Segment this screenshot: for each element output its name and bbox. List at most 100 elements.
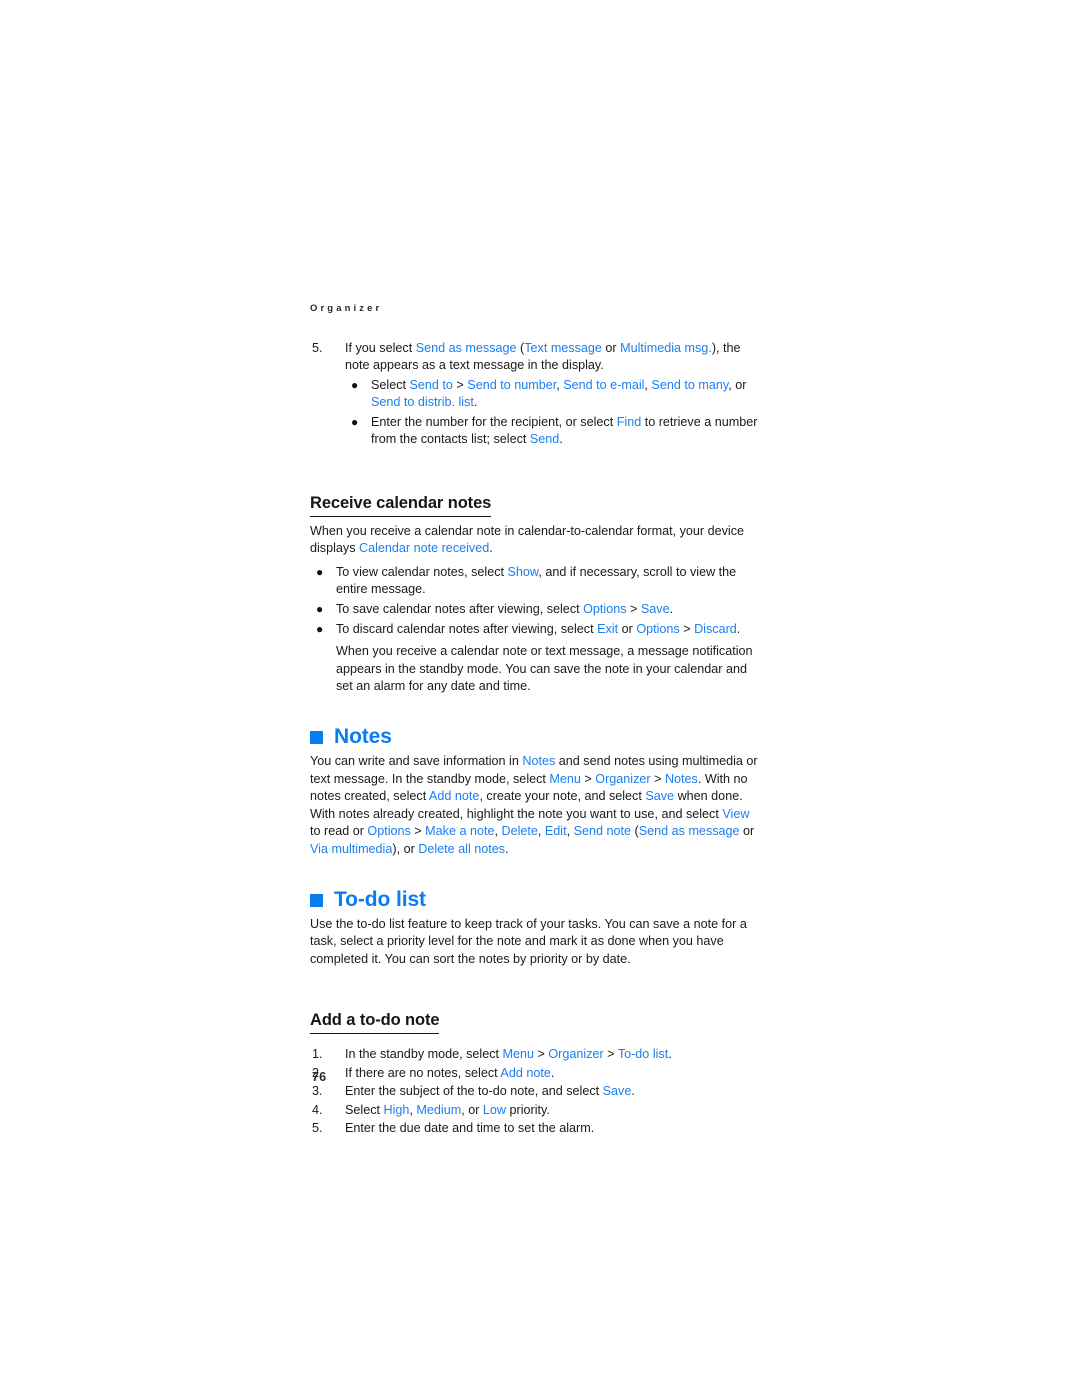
- bullet-text-4: .: [736, 621, 741, 636]
- link-organizer[interactable]: Organizer: [595, 772, 650, 786]
- link-menu[interactable]: Menu: [503, 1047, 535, 1061]
- bullet-text-1: Enter the number for the recipient, or s…: [371, 414, 617, 429]
- heading-notes: Notes: [310, 726, 760, 747]
- bullet-dot-icon: ●: [316, 564, 324, 579]
- link-high[interactable]: High: [384, 1103, 410, 1117]
- step-number: 5.: [312, 340, 323, 355]
- list-item: ● Enter the number for the recipient, or …: [345, 414, 760, 449]
- link-medium[interactable]: Medium: [416, 1103, 461, 1117]
- link-options[interactable]: Options: [636, 622, 679, 636]
- notes-text-12: ,: [566, 824, 574, 839]
- link-send-to-email[interactable]: Send to e-mail: [563, 378, 644, 392]
- link-send-to-distrib-list[interactable]: Send to distrib. list: [371, 395, 474, 409]
- list-item: 3. Enter the subject of the to-do note, a…: [310, 1083, 760, 1101]
- heading-notes-label: Notes: [334, 725, 392, 749]
- link-show[interactable]: Show: [508, 565, 539, 579]
- step5-sub-bullets: ● Select Send to > Send to number, Send t…: [345, 377, 760, 449]
- step-number: 3.: [312, 1084, 323, 1099]
- bullet-text-1: Select: [371, 377, 410, 392]
- notes-text-15: ), or: [392, 842, 419, 856]
- link-via-multimedia[interactable]: Via multimedia: [310, 842, 392, 856]
- step-text-3: or: [601, 340, 621, 355]
- link-options[interactable]: Options: [367, 824, 410, 838]
- list-item: ● To save calendar notes after viewing, s…: [310, 601, 760, 619]
- step-text-2: .: [550, 1065, 555, 1080]
- bullet-text-2: >: [452, 377, 468, 392]
- notes-text-6: , create your note, and select: [479, 789, 646, 804]
- link-send-note[interactable]: Send note: [574, 824, 631, 838]
- bullet-text-2: or: [618, 621, 637, 636]
- todo-steps-list: 1. In the standby mode, select Menu > Org…: [310, 1046, 760, 1138]
- heading-todo-list: To-do list: [310, 889, 760, 910]
- link-make-a-note[interactable]: Make a note: [425, 824, 494, 838]
- link-calendar-note-received[interactable]: Calendar note received: [359, 541, 489, 555]
- notes-text-9: >: [410, 824, 426, 839]
- notes-text-3: >: [580, 771, 596, 786]
- step-text-3: , or: [461, 1102, 483, 1117]
- list-item: 5. If you select Send as message (Text me…: [310, 340, 760, 450]
- link-send-to-many[interactable]: Send to many: [651, 378, 728, 392]
- link-delete[interactable]: Delete: [501, 824, 537, 838]
- heading-receive-calendar-notes: Receive calendar notes: [310, 493, 491, 517]
- link-edit[interactable]: Edit: [545, 824, 567, 838]
- bullet-dot-icon: ●: [316, 621, 324, 636]
- list-item: 5. Enter the due date and time to set the…: [310, 1120, 760, 1138]
- link-organizer[interactable]: Organizer: [548, 1047, 603, 1061]
- step-text-2: .: [631, 1084, 635, 1099]
- bullet-text-2: >: [626, 602, 641, 617]
- bullet-text-1: To view calendar notes, select: [336, 564, 508, 579]
- list-item: ● To discard calendar notes after viewing…: [310, 621, 760, 639]
- bullet-text-1: To save calendar notes after viewing, se…: [336, 602, 584, 617]
- link-find[interactable]: Find: [617, 415, 642, 429]
- bullet-text-1: To discard calendar notes after viewing,…: [336, 621, 598, 636]
- step-text-1: If you select: [345, 340, 416, 355]
- link-delete-all-notes[interactable]: Delete all notes: [418, 842, 505, 856]
- running-header: Organizer: [310, 303, 383, 314]
- link-multimedia-msg[interactable]: Multimedia msg.: [620, 341, 712, 355]
- link-options[interactable]: Options: [583, 602, 626, 616]
- link-save[interactable]: Save: [645, 789, 674, 803]
- link-menu[interactable]: Menu: [549, 772, 581, 786]
- step-text-3: >: [603, 1047, 618, 1061]
- link-send-to-number[interactable]: Send to number: [467, 378, 556, 392]
- step-text-1: In the standby mode, select: [345, 1047, 503, 1061]
- step-text-1: Select: [345, 1102, 384, 1117]
- link-discard[interactable]: Discard: [694, 622, 737, 636]
- step-text-1: If there are no notes, select: [345, 1065, 501, 1080]
- link-add-note[interactable]: Add note: [429, 789, 479, 803]
- receive-calendar-intro: When you receive a calendar note in cale…: [310, 523, 760, 558]
- link-send-as-message[interactable]: Send as message: [416, 341, 517, 355]
- list-item: 2. If there are no notes, select Add note…: [310, 1065, 760, 1083]
- step-text-4: priority.: [506, 1102, 550, 1117]
- link-send[interactable]: Send: [530, 432, 559, 446]
- step-text-1: Enter the subject of the to-do note, and…: [345, 1084, 603, 1099]
- bullet-text-3: >: [679, 621, 695, 636]
- link-low[interactable]: Low: [483, 1103, 506, 1117]
- link-send-as-message[interactable]: Send as message: [639, 824, 740, 838]
- notes-text-14: or: [739, 824, 755, 839]
- link-save[interactable]: Save: [641, 602, 670, 616]
- link-exit[interactable]: Exit: [597, 622, 618, 636]
- bullet-text-3: .: [559, 432, 563, 447]
- link-text-message[interactable]: Text message: [524, 341, 602, 355]
- link-notes[interactable]: Notes: [522, 754, 555, 768]
- notes-text-11: ,: [537, 824, 545, 839]
- link-to-do-list[interactable]: To-do list: [618, 1047, 668, 1061]
- intro-text-2: .: [489, 541, 493, 556]
- bullet-text-5: , or: [728, 377, 747, 392]
- bullet-dot-icon: ●: [316, 602, 324, 617]
- list-item: ● To view calendar notes, select Show, an…: [310, 564, 760, 599]
- link-notes-menu[interactable]: Notes: [665, 772, 698, 786]
- link-send-to[interactable]: Send to: [410, 378, 453, 392]
- square-bullet-icon: [310, 893, 323, 907]
- list-item: 4. Select High, Medium, or Low priority.: [310, 1102, 760, 1120]
- bullet-text-3: .: [669, 602, 674, 617]
- notes-text-13: (: [631, 824, 639, 839]
- list-item: 1. In the standby mode, select Menu > Org…: [310, 1046, 760, 1064]
- notes-text-16: .: [505, 842, 509, 856]
- link-add-note[interactable]: Add note: [500, 1066, 550, 1080]
- heading-add-a-todo-note: Add a to-do note: [310, 1010, 440, 1034]
- square-bullet-icon: [310, 731, 323, 745]
- link-view[interactable]: View: [722, 807, 749, 821]
- link-save[interactable]: Save: [603, 1084, 632, 1098]
